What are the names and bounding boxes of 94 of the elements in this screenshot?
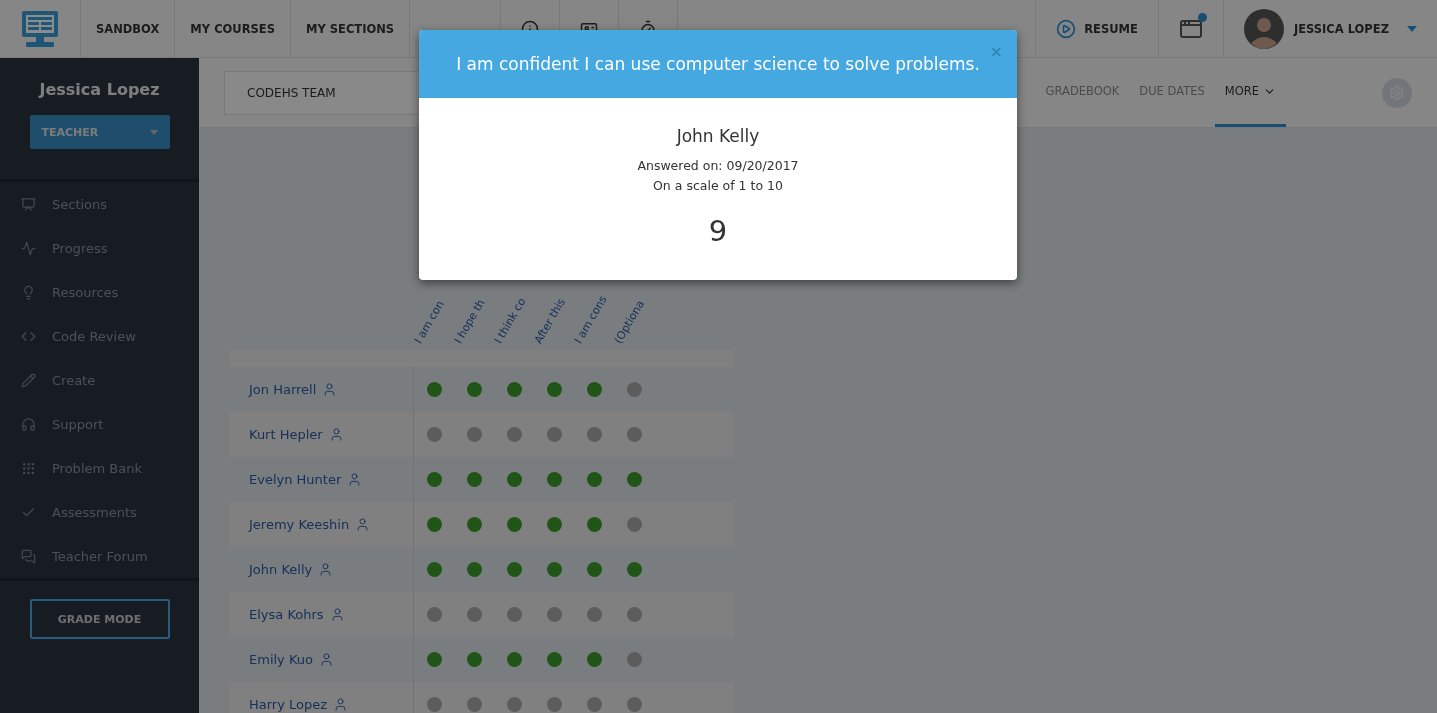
role-dropdown[interactable]: TEACHER <box>29 115 170 149</box>
student-name: John Kelly <box>676 126 760 146</box>
dialog-title: I am confident I can use computer science to solve problems. <box>456 54 980 74</box>
person-icon[interactable] <box>329 607 345 622</box>
monitor-logo-icon[interactable] <box>20 8 60 49</box>
answer-dot[interactable] <box>627 472 642 487</box>
answer-dot[interactable] <box>547 382 562 397</box>
person-icon[interactable] <box>355 517 371 532</box>
answer-dot[interactable] <box>547 562 562 577</box>
student-name-link[interactable]: Harry Lopez <box>249 697 328 712</box>
nav-link[interactable]: SANDBOX <box>81 0 176 57</box>
person-icon[interactable] <box>347 472 363 487</box>
answer-dot[interactable] <box>547 607 562 622</box>
answer-dot[interactable] <box>467 652 482 667</box>
answer-dot[interactable] <box>467 607 482 622</box>
student-name-link[interactable]: Jeremy Keeshin <box>249 517 350 532</box>
line-graph-icon <box>21 240 36 256</box>
answer-dot[interactable] <box>507 427 522 442</box>
answer-dot[interactable] <box>507 382 522 397</box>
nav-tab[interactable]: MORE <box>1214 58 1286 127</box>
nav-tab[interactable]: DUE DATES <box>1129 58 1215 127</box>
caret-icon <box>1407 25 1417 32</box>
answer-dot[interactable] <box>627 652 642 667</box>
play-icon <box>1056 18 1077 39</box>
answer-dot[interactable] <box>427 607 442 622</box>
user-menu[interactable]: JESSICA LOPEZ <box>1293 21 1417 36</box>
student-name-link[interactable]: Evelyn Hunter <box>249 472 342 487</box>
resume-link[interactable]: RESUME <box>1056 18 1138 39</box>
answer-dot[interactable] <box>587 697 602 712</box>
grid-icon <box>21 460 36 476</box>
nav-tab[interactable]: GRADEBOOK <box>1035 58 1130 127</box>
answer-dot[interactable] <box>627 517 642 532</box>
answer-dot[interactable] <box>627 562 642 577</box>
answer-dot[interactable] <box>547 472 562 487</box>
caret-icon <box>149 129 158 135</box>
answer-dot[interactable] <box>547 517 562 532</box>
headphones-icon <box>21 416 36 432</box>
answer-dot[interactable] <box>427 697 442 712</box>
grade-mode-button[interactable]: GRADE MODE <box>29 599 170 639</box>
answer-dot[interactable] <box>547 652 562 667</box>
answer-dot[interactable] <box>467 427 482 442</box>
answer-dot[interactable] <box>427 517 442 532</box>
answer-dot[interactable] <box>427 562 442 577</box>
answer-dot[interactable] <box>507 652 522 667</box>
scale-note: On a scale of 1 to 10 <box>653 177 783 195</box>
answer-dot[interactable] <box>427 382 442 397</box>
column-header[interactable]: I am con <box>411 298 447 346</box>
student-name-link[interactable]: John Kelly <box>249 562 313 577</box>
answer-dot[interactable] <box>467 697 482 712</box>
answered-date: Answered on: 09/20/2017 <box>637 157 799 175</box>
person-icon[interactable] <box>322 382 338 397</box>
answer-dot[interactable] <box>507 607 522 622</box>
answer-dot[interactable] <box>547 697 562 712</box>
answer-dot[interactable] <box>427 472 442 487</box>
answer-dot[interactable] <box>627 697 642 712</box>
answer-dot[interactable] <box>547 427 562 442</box>
answer-dot[interactable] <box>507 697 522 712</box>
answer-dot[interactable] <box>427 652 442 667</box>
person-icon[interactable] <box>318 562 334 577</box>
answer-dot[interactable] <box>467 517 482 532</box>
pencil-icon <box>21 372 36 388</box>
answer-value: 9 <box>708 214 728 248</box>
answer-dot[interactable] <box>467 562 482 577</box>
answer-dot[interactable] <box>587 472 602 487</box>
student-name-link[interactable]: Kurt Hepler <box>249 427 323 442</box>
avatar[interactable] <box>1243 8 1284 49</box>
answer-dot[interactable] <box>467 472 482 487</box>
answer-dot[interactable] <box>427 427 442 442</box>
answer-dot[interactable] <box>467 382 482 397</box>
answer-dot[interactable] <box>507 562 522 577</box>
answer-dot[interactable] <box>587 652 602 667</box>
answer-dot[interactable] <box>587 562 602 577</box>
answer-dot[interactable] <box>587 517 602 532</box>
nav-link[interactable]: MY SECTIONS <box>290 0 411 57</box>
person-icon[interactable] <box>328 427 344 442</box>
person-icon[interactable] <box>319 652 334 667</box>
chat-bubbles-icon <box>21 548 36 564</box>
answer-dot[interactable] <box>627 382 642 397</box>
answer-dot[interactable] <box>627 427 642 442</box>
easel-icon <box>21 196 36 212</box>
answer-dot[interactable] <box>587 607 602 622</box>
teacher-name: Jessica Lopez <box>39 80 160 99</box>
student-name-link[interactable]: Emily Kuo <box>249 652 313 667</box>
person-icon[interactable] <box>333 697 349 712</box>
student-name-link[interactable]: Jon Harrell <box>249 382 317 397</box>
nav-link[interactable]: MY COURSES <box>175 0 291 57</box>
answer-dot[interactable] <box>627 607 642 622</box>
answer-dot[interactable] <box>587 427 602 442</box>
lightbulb-icon <box>21 284 36 300</box>
answer-dot[interactable] <box>587 382 602 397</box>
answer-dot[interactable] <box>507 472 522 487</box>
answer-dot[interactable] <box>507 517 522 532</box>
close-button[interactable]: × <box>989 42 1003 61</box>
student-name-link[interactable]: Elysa Kohrs <box>249 607 324 622</box>
